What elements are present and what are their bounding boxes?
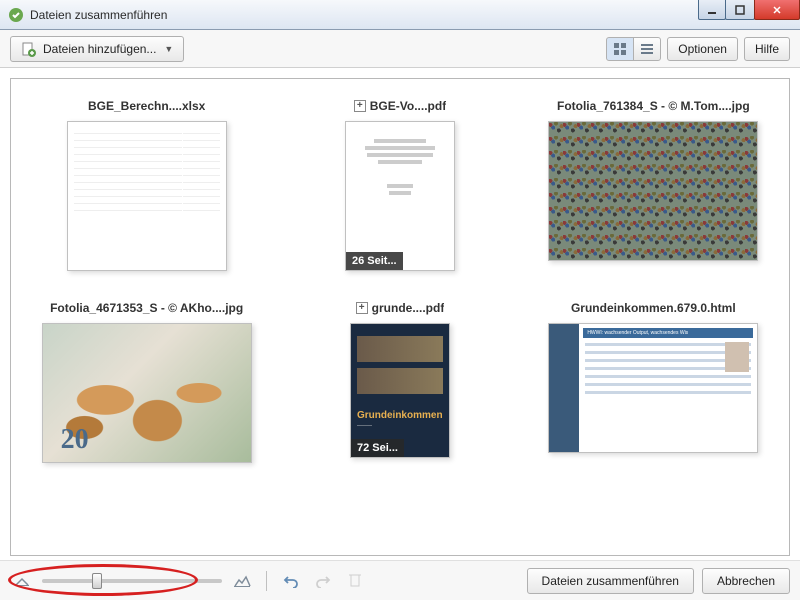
file-thumbnail: HWWI: wachsender Output, wachsendes Wis	[548, 323, 758, 453]
add-file-icon	[21, 41, 37, 57]
file-area: BGE_Berechn....xlsx + BGE-Vo....pdf 26 S…	[10, 78, 790, 556]
file-thumbnail	[42, 323, 252, 463]
undo-button[interactable]	[279, 570, 303, 592]
zoom-in-icon[interactable]	[230, 570, 254, 592]
file-tile[interactable]: Grundeinkommen.679.0.html HWWI: wachsend…	[532, 301, 775, 463]
file-name: BGE-Vo....pdf	[370, 99, 446, 113]
combine-files-button[interactable]: Dateien zusammenführen	[527, 568, 694, 594]
file-name: Fotolia_761384_S - © M.Tom....jpg	[557, 99, 750, 113]
toolbar: Dateien hinzufügen... ▼ Optionen Hilfe	[0, 30, 800, 68]
grid-icon	[613, 42, 627, 56]
page-count-badge: 26 Seit...	[346, 252, 403, 270]
minimize-button[interactable]	[698, 0, 726, 20]
add-files-button[interactable]: Dateien hinzufügen... ▼	[10, 36, 184, 62]
file-tile[interactable]: Fotolia_761384_S - © M.Tom....jpg	[532, 99, 775, 271]
file-tile[interactable]: + BGE-Vo....pdf 26 Seit...	[278, 99, 521, 271]
zoom-out-icon[interactable]	[10, 570, 34, 592]
file-name: BGE_Berechn....xlsx	[88, 99, 205, 113]
expand-icon[interactable]: +	[354, 100, 366, 112]
file-name: Fotolia_4671353_S - © AKho....jpg	[50, 301, 243, 315]
cancel-button[interactable]: Abbrechen	[702, 568, 790, 594]
list-view-button[interactable]	[633, 37, 661, 61]
remove-button[interactable]	[343, 570, 367, 592]
file-tile[interactable]: Fotolia_4671353_S - © AKho....jpg	[25, 301, 268, 463]
list-icon	[640, 42, 654, 56]
file-tile[interactable]: + grunde....pdf Grundeinkommen ——— 72 Se…	[278, 301, 521, 463]
expand-icon[interactable]: +	[356, 302, 368, 314]
view-toggle	[606, 37, 661, 61]
file-tile[interactable]: BGE_Berechn....xlsx	[25, 99, 268, 271]
window-title: Dateien zusammenführen	[30, 8, 167, 22]
file-thumbnail	[67, 121, 227, 271]
thumbnail-view-button[interactable]	[606, 37, 634, 61]
file-thumbnail	[548, 121, 758, 261]
file-thumbnail: 26 Seit...	[345, 121, 455, 271]
options-button[interactable]: Optionen	[667, 37, 738, 61]
zoom-slider[interactable]	[42, 579, 222, 583]
titlebar: Dateien zusammenführen	[0, 0, 800, 30]
help-button[interactable]: Hilfe	[744, 37, 790, 61]
page-count-badge: 72 Sei...	[351, 439, 404, 457]
dropdown-caret-icon: ▼	[164, 44, 173, 54]
bottom-bar: Dateien zusammenführen Abbrechen	[0, 560, 800, 600]
file-thumbnail: Grundeinkommen ——— 72 Sei...	[350, 323, 450, 458]
add-files-label: Dateien hinzufügen...	[43, 42, 156, 56]
maximize-button[interactable]	[725, 0, 755, 20]
file-name: Grundeinkommen.679.0.html	[571, 301, 736, 315]
close-button[interactable]	[754, 0, 800, 20]
app-icon	[8, 7, 24, 23]
file-name: grunde....pdf	[372, 301, 445, 315]
redo-button[interactable]	[311, 570, 335, 592]
slider-knob[interactable]	[92, 573, 102, 589]
